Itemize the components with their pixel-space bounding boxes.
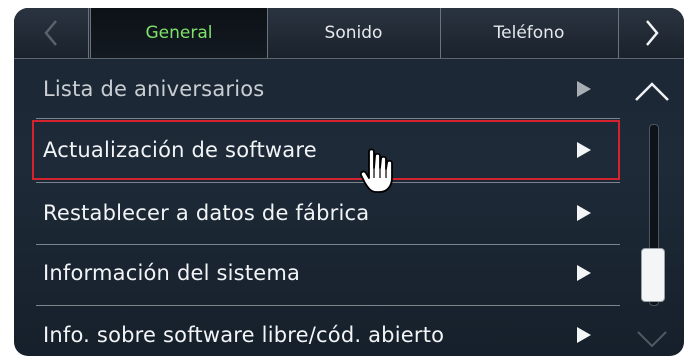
list-item-informacion-sistema[interactable]: Información del sistema [32, 244, 620, 302]
list-item-actualizacion-software[interactable]: Actualización de software [32, 120, 620, 180]
chevron-up-icon[interactable] [632, 72, 672, 108]
hand-pointer-icon [360, 148, 393, 193]
tab-general[interactable]: General [90, 8, 268, 58]
chevron-down-icon[interactable] [632, 326, 672, 352]
tab-telefono-label: Teléfono [493, 23, 565, 43]
list-item-label: Actualización de software [43, 138, 317, 162]
tab-bar: General Sonido Teléfono [14, 8, 684, 59]
play-arrow-icon [577, 142, 591, 158]
play-arrow-icon [577, 265, 591, 281]
next-tab-button[interactable] [618, 8, 684, 58]
list-divider [36, 118, 620, 119]
list-item-label: Info. sobre software libre/cód. abierto [43, 323, 445, 347]
tab-general-label: General [145, 23, 213, 43]
chevron-right-icon [646, 20, 659, 46]
list-item-restablecer-datos[interactable]: Restablecer a datos de fábrica [32, 184, 620, 242]
chevron-left-icon [44, 20, 57, 46]
list-divider [36, 182, 620, 183]
prev-tab-button[interactable] [14, 8, 89, 58]
tab-sonido-label: Sonido [324, 23, 383, 43]
scrollbar-thumb[interactable] [641, 248, 665, 302]
settings-screen: General Sonido Teléfono Lista de anivers… [14, 8, 684, 356]
play-arrow-icon [577, 327, 591, 343]
play-arrow-icon [577, 81, 591, 97]
list-item-label: Lista de aniversarios [43, 77, 265, 101]
tab-sonido[interactable]: Sonido [267, 8, 441, 58]
list-item-info-software-libre[interactable]: Info. sobre software libre/cód. abierto [32, 306, 620, 356]
list-item-label: Restablecer a datos de fábrica [43, 201, 370, 225]
list-item-lista-aniversarios[interactable]: Lista de aniversarios [32, 60, 620, 118]
tab-telefono[interactable]: Teléfono [441, 8, 617, 58]
list-item-label: Información del sistema [43, 261, 301, 285]
play-arrow-icon [577, 205, 591, 221]
